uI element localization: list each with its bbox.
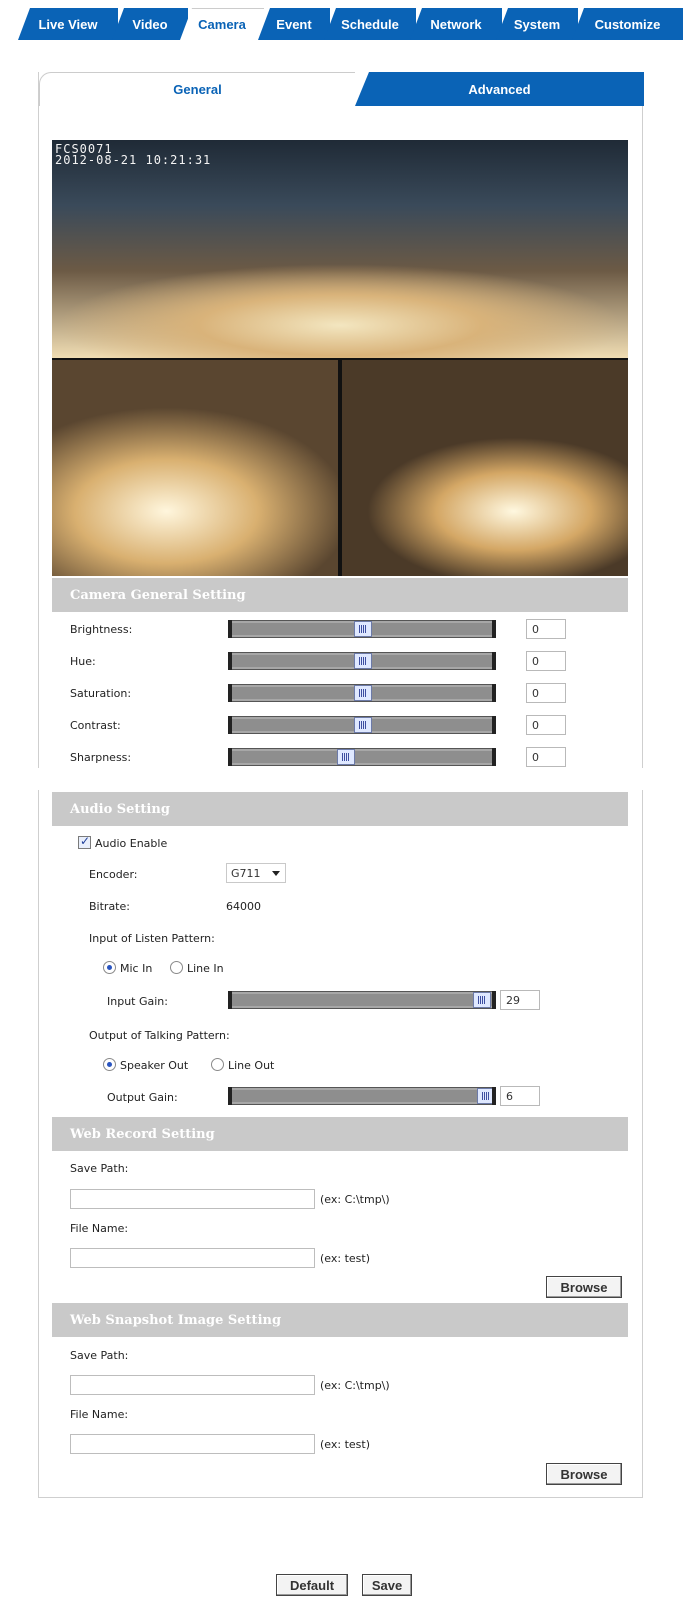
setting-slider[interactable]: [228, 716, 496, 734]
slider-end: [228, 991, 232, 1009]
camera-sub-view-right: [342, 360, 628, 576]
slider-thumb[interactable]: [354, 685, 372, 701]
slider-end: [228, 748, 232, 766]
slider-thumb[interactable]: [337, 749, 355, 765]
line-in-label: Line In: [187, 962, 224, 975]
slider-end: [492, 652, 496, 670]
setting-slider[interactable]: [228, 652, 496, 670]
subtab-general[interactable]: General: [39, 72, 355, 106]
line-out-radio[interactable]: [211, 1058, 224, 1071]
speaker-out-radio[interactable]: [103, 1058, 116, 1071]
slider-end: [492, 684, 496, 702]
record-save-path-input[interactable]: [70, 1189, 315, 1209]
encoder-value: G711: [231, 866, 261, 880]
setting-label: Sharpness:: [70, 751, 132, 764]
tab-event[interactable]: Event: [258, 8, 330, 40]
setting-label: Saturation:: [70, 687, 132, 700]
slider-thumb[interactable]: [354, 717, 372, 733]
bitrate-value: 64000: [226, 900, 261, 913]
slider-end: [228, 620, 232, 638]
tab-live-view[interactable]: Live View: [18, 8, 118, 40]
output-gain-label: Output Gain:: [107, 1091, 178, 1104]
line-out-label: Line Out: [228, 1059, 275, 1072]
tab-customize[interactable]: Customize: [572, 8, 683, 40]
record-file-name-label: File Name:: [70, 1222, 129, 1235]
snapshot-file-name-hint: (ex: test): [320, 1438, 370, 1451]
osd-timestamp: 2012-08-21 10:21:31: [55, 153, 212, 167]
input-gain-value[interactable]: 29: [500, 990, 540, 1010]
setting-label: Hue:: [70, 655, 96, 668]
camera-panorama-view: [52, 140, 628, 358]
section-header-web-record: Web Record Setting: [52, 1117, 628, 1151]
snapshot-file-name-input[interactable]: [70, 1434, 315, 1454]
slider-end: [492, 620, 496, 638]
setting-value[interactable]: 0: [526, 619, 566, 639]
input-gain-label: Input Gain:: [107, 995, 168, 1008]
camera-osd: FCS0071 2012-08-21 10:21:31: [55, 143, 212, 167]
setting-value[interactable]: 0: [526, 683, 566, 703]
input-pattern-label: Input of Listen Pattern:: [89, 932, 215, 945]
output-pattern-label: Output of Talking Pattern:: [89, 1029, 230, 1042]
setting-label: Contrast:: [70, 719, 121, 732]
tab-system[interactable]: System: [496, 8, 578, 40]
snapshot-save-path-input[interactable]: [70, 1375, 315, 1395]
slider-end: [228, 684, 232, 702]
setting-value[interactable]: 0: [526, 715, 566, 735]
slider-thumb[interactable]: [354, 653, 372, 669]
output-gain-slider[interactable]: [228, 1087, 496, 1105]
setting-label: Brightness:: [70, 623, 133, 636]
tab-schedule[interactable]: Schedule: [324, 8, 416, 40]
slider-thumb[interactable]: [473, 992, 491, 1008]
setting-slider[interactable]: [228, 620, 496, 638]
output-gain-value[interactable]: 6: [500, 1086, 540, 1106]
audio-enable-checkbox[interactable]: [78, 834, 91, 849]
default-button[interactable]: Default: [276, 1574, 348, 1596]
audio-enable-label: Audio Enable: [95, 837, 168, 850]
tab-camera[interactable]: Camera: [180, 8, 264, 40]
page-gap: [0, 768, 683, 790]
setting-slider[interactable]: [228, 748, 496, 766]
record-file-name-input[interactable]: [70, 1248, 315, 1268]
record-browse-button[interactable]: Browse: [546, 1276, 622, 1298]
slider-end: [492, 1087, 496, 1105]
subtab-advanced[interactable]: Advanced: [355, 72, 644, 106]
tab-video[interactable]: Video: [112, 8, 188, 40]
mic-in-radio[interactable]: [103, 961, 116, 974]
snapshot-file-name-label: File Name:: [70, 1408, 129, 1421]
setting-value[interactable]: 0: [526, 747, 566, 767]
input-gain-slider[interactable]: [228, 991, 496, 1009]
slider-end: [492, 716, 496, 734]
save-button[interactable]: Save: [362, 1574, 412, 1596]
section-header-general: Camera General Setting: [52, 578, 628, 612]
slider-end: [228, 1087, 232, 1105]
snapshot-save-path-hint: (ex: C:\tmp\): [320, 1379, 390, 1392]
slider-end: [228, 716, 232, 734]
slider-end: [228, 652, 232, 670]
mic-in-label: Mic In: [120, 962, 153, 975]
section-header-web-snapshot: Web Snapshot Image Setting: [52, 1303, 628, 1337]
setting-slider[interactable]: [228, 684, 496, 702]
tab-network[interactable]: Network: [410, 8, 502, 40]
snapshot-browse-button[interactable]: Browse: [546, 1463, 622, 1485]
speaker-out-label: Speaker Out: [120, 1059, 189, 1072]
record-save-path-hint: (ex: C:\tmp\): [320, 1193, 390, 1206]
snapshot-save-path-label: Save Path:: [70, 1349, 129, 1362]
chevron-down-icon: [272, 871, 280, 876]
encoder-label: Encoder:: [89, 868, 138, 881]
record-file-name-hint: (ex: test): [320, 1252, 370, 1265]
slider-thumb[interactable]: [354, 621, 372, 637]
setting-value[interactable]: 0: [526, 651, 566, 671]
slider-end: [492, 748, 496, 766]
encoder-select[interactable]: G711: [226, 863, 286, 883]
bitrate-label: Bitrate:: [89, 900, 130, 913]
top-nav: Live View Video Camera Event Schedule Ne…: [0, 0, 683, 40]
camera-preview: FCS0071 2012-08-21 10:21:31: [52, 140, 628, 576]
slider-end: [492, 991, 496, 1009]
section-header-audio: Audio Setting: [52, 792, 628, 826]
camera-sub-view-left: [52, 360, 338, 576]
record-save-path-label: Save Path:: [70, 1162, 129, 1175]
subtabs: General Advanced: [39, 72, 644, 106]
line-in-radio[interactable]: [170, 961, 183, 974]
